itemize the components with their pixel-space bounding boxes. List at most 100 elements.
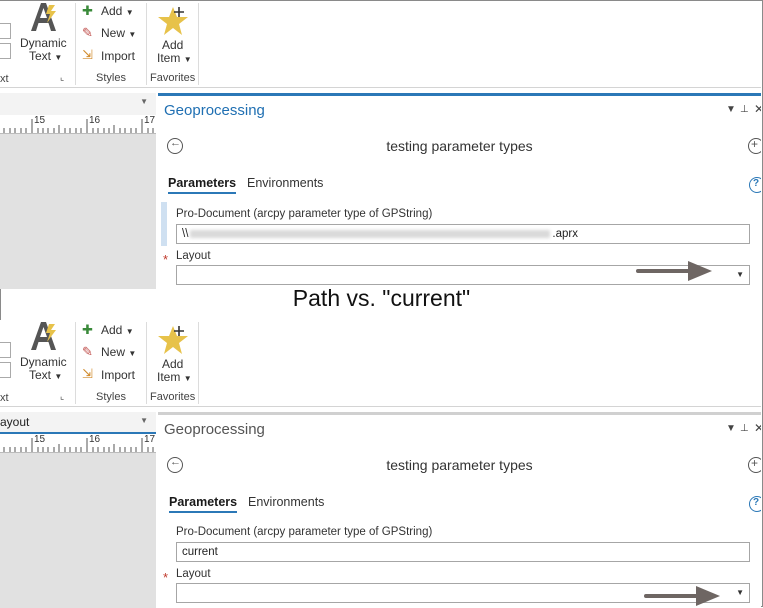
partial-control[interactable] <box>0 23 11 39</box>
dynamic-text-label[interactable]: Dynamic <box>20 36 67 50</box>
add-item-label[interactable]: Add <box>162 38 183 52</box>
layout-parameter-label: Layout <box>176 250 211 262</box>
group-label-partial: xt <box>0 73 9 85</box>
add-item-star-icon[interactable] <box>157 324 189 356</box>
path-prefix: \\ <box>182 228 189 240</box>
pin-icon[interactable]: ⊥ <box>740 104 749 115</box>
horizontal-ruler: 15 16 17 <box>0 434 156 453</box>
screenshot-path-variant: xt ⌞ Dynamic Text ▼ ✚ Add ▼ ✎ New ▼ ⇲ Im… <box>0 1 761 289</box>
required-marker: * <box>163 252 169 267</box>
tool-title: testing parameter types <box>386 138 533 154</box>
dynamic-text-icon[interactable] <box>29 1 59 33</box>
dynamic-text-label-2[interactable]: Text ▼ <box>29 368 62 382</box>
required-marker: * <box>163 570 169 585</box>
chevron-down-icon: ▼ <box>54 53 63 62</box>
chevron-down-icon[interactable]: ▼ <box>140 416 148 425</box>
add-item-star-icon[interactable] <box>157 5 189 37</box>
favorites-group-label: Favorites <box>150 72 196 84</box>
help-icon[interactable]: ? <box>749 177 761 193</box>
ruler-label: 17 <box>144 434 156 445</box>
import-style-button[interactable]: Import <box>101 49 135 63</box>
layout-view-tab[interactable]: ayout ▼ <box>0 412 156 434</box>
add-item-label-2[interactable]: Item ▼ <box>157 370 192 384</box>
tab-environments[interactable]: Environments <box>247 176 323 190</box>
geoprocessing-pane: Geoprocessing ▼ ⊥ ✕ ← testing parameter … <box>158 93 761 289</box>
ribbon: xt ⌞ Dynamic Text ▼ ✚ Add ▼ ✎ New ▼ ⇲ Im… <box>0 1 761 88</box>
ruler-label: 15 <box>34 434 46 445</box>
chevron-down-icon[interactable]: ▼ <box>140 97 148 106</box>
ribbon-separator <box>75 322 76 404</box>
chevron-down-icon[interactable]: ▼ <box>736 588 744 597</box>
close-icon[interactable]: ✕ <box>754 421 761 435</box>
redacted-path <box>190 229 551 238</box>
dynamic-text-label[interactable]: Dynamic <box>20 355 67 369</box>
chevron-down-icon: ▼ <box>183 55 192 64</box>
add-icon[interactable]: + <box>748 456 761 473</box>
ribbon-separator <box>146 3 147 85</box>
add-style-button[interactable]: Add ▼ <box>101 323 134 337</box>
group-label-partial: xt <box>0 392 9 404</box>
chevron-down-icon[interactable]: ▼ <box>736 270 744 279</box>
callout-arrow <box>644 586 720 606</box>
dialog-launcher-icon[interactable]: ⌞ <box>60 391 64 402</box>
ruler-ticks <box>3 438 154 452</box>
chevron-down-icon: ▼ <box>54 372 63 381</box>
new-style-button[interactable]: New ▼ <box>101 26 136 40</box>
pro-document-label: Pro-Document (arcpy parameter type of GP… <box>176 526 433 538</box>
layout-view-pane: ayout ▼ 15 16 17 <box>0 412 156 608</box>
add-style-button[interactable]: Add ▼ <box>101 4 134 18</box>
partial-control[interactable] <box>0 362 11 378</box>
partial-control[interactable] <box>0 43 11 59</box>
dynamic-text-icon[interactable] <box>29 320 59 352</box>
new-style-icon: ✎ <box>82 25 93 40</box>
tab-parameters[interactable]: Parameters <box>169 495 238 513</box>
styles-group-label: Styles <box>96 391 126 403</box>
ruler-label: 17 <box>144 115 156 126</box>
geoprocessing-title: Geoprocessing <box>164 102 265 119</box>
callout-arrow <box>636 261 712 281</box>
ribbon-separator <box>198 322 199 404</box>
pro-document-input[interactable]: current <box>176 542 750 562</box>
add-style-icon: ✚ <box>82 322 93 337</box>
ruler-label: 16 <box>89 115 101 126</box>
help-icon[interactable]: ? <box>749 496 761 512</box>
layout-tab-label: ayout <box>0 415 30 429</box>
ribbon-separator <box>198 3 199 85</box>
pin-icon[interactable]: ⊥ <box>740 423 749 434</box>
add-icon[interactable]: + <box>748 137 761 154</box>
new-style-icon: ✎ <box>82 344 93 359</box>
add-item-label[interactable]: Add <box>162 357 183 371</box>
pane-menu-chevron-icon[interactable]: ▼ <box>726 104 736 115</box>
ribbon-separator <box>75 3 76 85</box>
chevron-down-icon: ▼ <box>128 349 137 358</box>
add-item-label-2[interactable]: Item ▼ <box>157 51 192 65</box>
pane-menu-chevron-icon[interactable]: ▼ <box>726 423 736 434</box>
comparison-caption: Path vs. "current" <box>292 285 471 311</box>
ribbon: xt ⌞ Dynamic Text ▼ ✚ Add ▼ ✎ New ▼ ⇲ Im… <box>0 320 761 407</box>
ribbon-separator <box>146 322 147 404</box>
selected-parameter-indicator <box>161 202 167 246</box>
layout-view-tab[interactable]: ▼ <box>0 93 156 115</box>
chevron-down-icon: ▼ <box>125 327 134 336</box>
pro-document-input[interactable]: \\ .aprx <box>176 224 750 244</box>
screenshot-current-variant: xt ⌞ Dynamic Text ▼ ✚ Add ▼ ✎ New ▼ ⇲ Im… <box>0 320 761 608</box>
tool-title: testing parameter types <box>386 457 533 473</box>
favorites-group-label: Favorites <box>150 391 196 403</box>
dialog-launcher-icon[interactable]: ⌞ <box>60 72 64 83</box>
ruler-ticks <box>3 119 154 133</box>
import-style-icon: ⇲ <box>82 366 93 381</box>
geoprocessing-pane: Geoprocessing ▼ ⊥ ✕ ← testing parameter … <box>158 412 761 608</box>
ruler-label: 16 <box>89 434 101 445</box>
new-style-button[interactable]: New ▼ <box>101 345 136 359</box>
tab-parameters[interactable]: Parameters <box>168 176 237 194</box>
import-style-icon: ⇲ <box>82 47 93 62</box>
import-style-button[interactable]: Import <box>101 368 135 382</box>
geoprocessing-title: Geoprocessing <box>164 421 265 438</box>
close-icon[interactable]: ✕ <box>754 102 761 116</box>
layout-parameter-label: Layout <box>176 568 211 580</box>
partial-control[interactable] <box>0 342 11 358</box>
chevron-down-icon: ▼ <box>125 8 134 17</box>
dynamic-text-label-2[interactable]: Text ▼ <box>29 49 62 63</box>
pro-document-label: Pro-Document (arcpy parameter type of GP… <box>176 208 433 220</box>
tab-environments[interactable]: Environments <box>248 495 324 509</box>
